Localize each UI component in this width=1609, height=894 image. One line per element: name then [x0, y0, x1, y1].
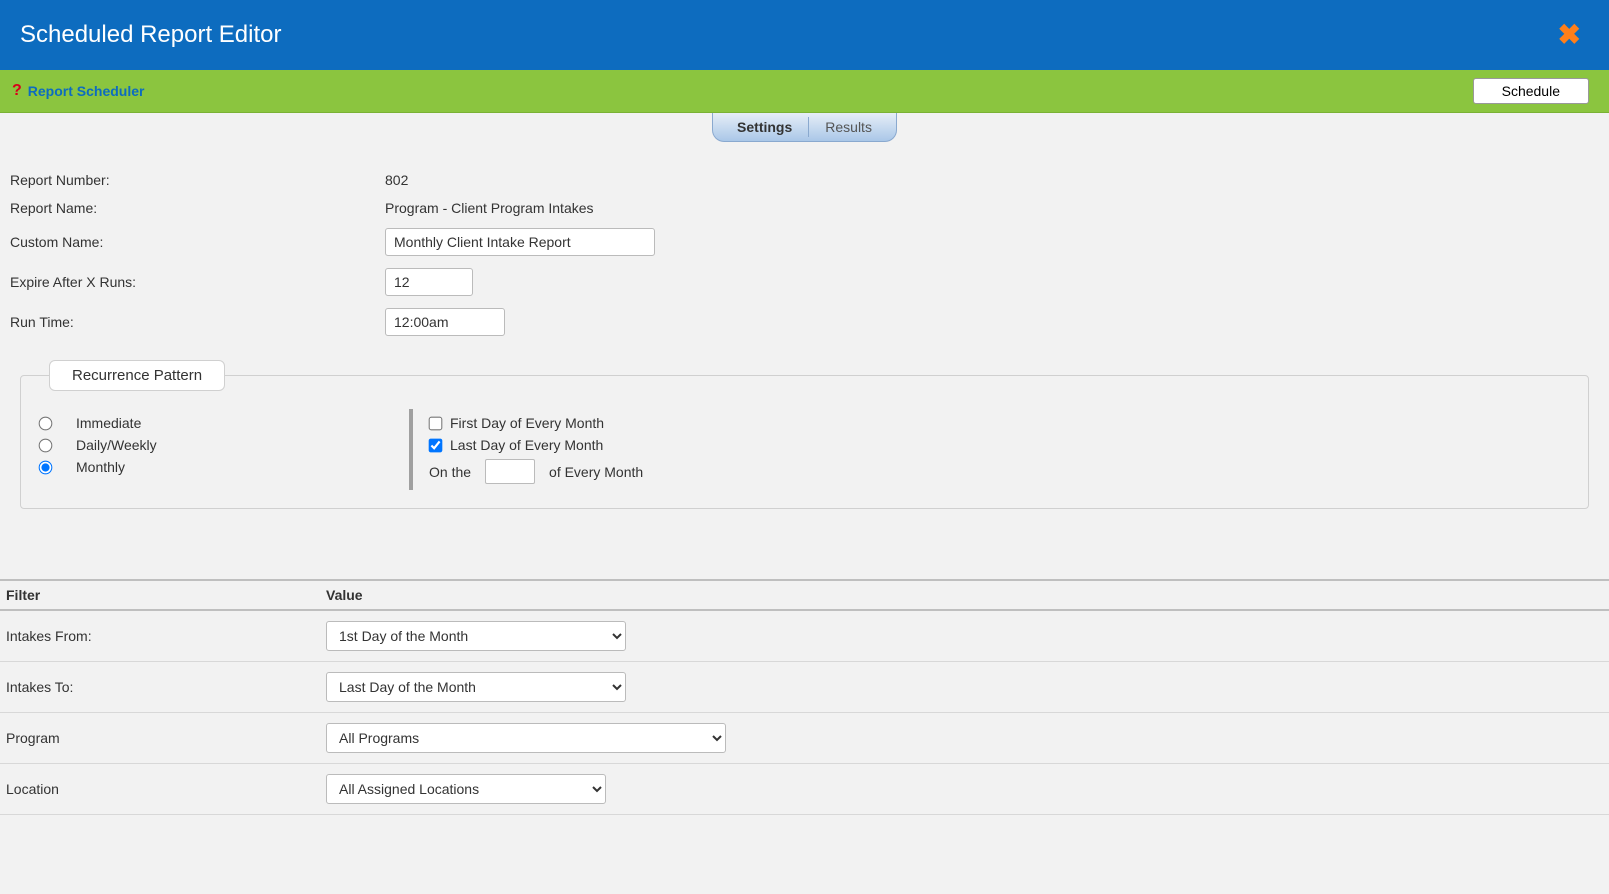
label-on-the-pre: On the: [429, 464, 471, 480]
filter-row-location: Location All Assigned Locations: [0, 764, 1609, 815]
row-custom-name: Custom Name:: [10, 228, 1599, 256]
check-last-day[interactable]: [429, 438, 443, 452]
filter-label-intakes-to: Intakes To:: [6, 679, 326, 695]
radio-monthly[interactable]: [39, 460, 53, 474]
title-bar: Scheduled Report Editor ✖: [0, 0, 1609, 69]
custom-name-input[interactable]: [385, 228, 655, 256]
filter-select-intakes-from[interactable]: 1st Day of the Month: [326, 621, 626, 651]
help-icon[interactable]: ?: [12, 82, 22, 100]
label-expire-runs: Expire After X Runs:: [10, 274, 385, 290]
recurrence-left: Immediate Daily/Weekly Monthly: [39, 409, 369, 490]
filters-header-value: Value: [326, 587, 363, 603]
filter-select-program[interactable]: All Programs: [326, 723, 726, 753]
day-of-month-input[interactable]: [485, 459, 535, 484]
filters-header: Filter Value: [0, 579, 1609, 611]
run-time-input[interactable]: [385, 308, 505, 336]
expire-runs-input[interactable]: [385, 268, 473, 296]
label-on-the-post: of Every Month: [549, 464, 643, 480]
filter-row-intakes-to: Intakes To: Last Day of the Month: [0, 662, 1609, 713]
radio-immediate[interactable]: [39, 416, 53, 430]
toolbar: ? Report Scheduler Schedule: [0, 69, 1609, 113]
filter-label-intakes-from: Intakes From:: [6, 628, 326, 644]
report-scheduler-link[interactable]: Report Scheduler: [28, 83, 145, 99]
label-report-number: Report Number:: [10, 172, 385, 188]
filters-section: Filter Value Intakes From: 1st Day of th…: [0, 579, 1609, 815]
tab-settings[interactable]: Settings: [721, 113, 808, 141]
check-first-day[interactable]: [429, 416, 443, 430]
filter-label-program: Program: [6, 730, 326, 746]
opt-daily-weekly: Daily/Weekly: [39, 437, 369, 453]
page-title: Scheduled Report Editor: [20, 21, 282, 49]
recurrence-body: Immediate Daily/Weekly Monthly First Day…: [39, 409, 1570, 490]
schedule-button[interactable]: Schedule: [1473, 78, 1589, 104]
toolbar-left: ? Report Scheduler: [12, 82, 144, 100]
row-expire-runs: Expire After X Runs:: [10, 268, 1599, 296]
close-icon[interactable]: ✖: [1558, 18, 1589, 51]
value-report-number: 802: [385, 172, 408, 188]
label-first-day: First Day of Every Month: [450, 415, 604, 431]
opt-monthly: Monthly: [39, 459, 369, 475]
tab-group: Settings Results: [712, 113, 897, 142]
label-report-name: Report Name:: [10, 200, 385, 216]
opt-immediate: Immediate: [39, 415, 369, 431]
filter-select-intakes-to[interactable]: Last Day of the Month: [326, 672, 626, 702]
filter-select-location[interactable]: All Assigned Locations: [326, 774, 606, 804]
recurrence-legend: Recurrence Pattern: [49, 360, 225, 391]
label-immediate: Immediate: [76, 415, 141, 431]
opt-on-the: On the of Every Month: [429, 459, 643, 484]
filter-row-intakes-from: Intakes From: 1st Day of the Month: [0, 611, 1609, 662]
recurrence-fieldset: Recurrence Pattern Immediate Daily/Weekl…: [20, 360, 1589, 509]
opt-last-day: Last Day of Every Month: [429, 437, 643, 453]
label-daily-weekly: Daily/Weekly: [76, 437, 157, 453]
row-report-name: Report Name: Program - Client Program In…: [10, 200, 1599, 216]
filters-header-filter: Filter: [6, 587, 326, 603]
tab-strip: Settings Results: [0, 113, 1609, 142]
label-run-time: Run Time:: [10, 314, 385, 330]
recurrence-right: First Day of Every Month Last Day of Eve…: [409, 409, 643, 490]
filter-label-location: Location: [6, 781, 326, 797]
filter-row-program: Program All Programs: [0, 713, 1609, 764]
label-monthly: Monthly: [76, 459, 125, 475]
row-report-number: Report Number: 802: [10, 172, 1599, 188]
row-run-time: Run Time:: [10, 308, 1599, 336]
label-last-day: Last Day of Every Month: [450, 437, 603, 453]
label-custom-name: Custom Name:: [10, 234, 385, 250]
settings-form: Report Number: 802 Report Name: Program …: [0, 142, 1609, 529]
opt-first-day: First Day of Every Month: [429, 415, 643, 431]
tab-results[interactable]: Results: [809, 113, 888, 141]
radio-daily-weekly[interactable]: [39, 438, 53, 452]
value-report-name: Program - Client Program Intakes: [385, 200, 594, 216]
